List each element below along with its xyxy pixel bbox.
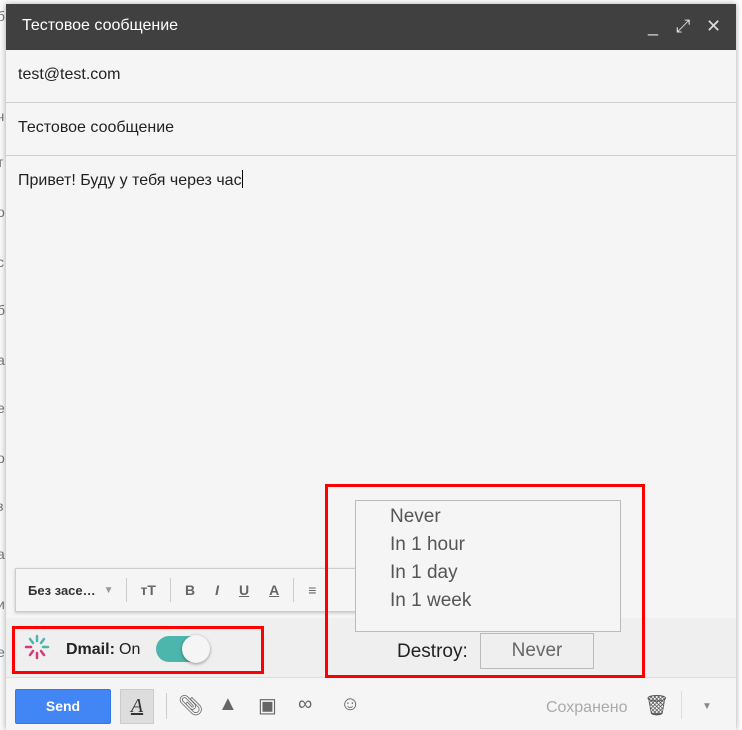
bg-fragment: е (0, 400, 5, 416)
bg-fragment: з (0, 498, 4, 514)
close-icon[interactable]: ✕ (706, 16, 721, 37)
text-caret (241, 170, 243, 188)
bold-button[interactable]: B (185, 582, 195, 598)
link-icon[interactable]: ∞ (298, 693, 312, 716)
bg-fragment: т (0, 154, 4, 170)
bg-fragment: о (0, 450, 5, 466)
align-icon[interactable]: ≡ (308, 582, 316, 598)
bottom-toolbar: Send A 📎︎ ▲ ▣ ∞ ☺ Сохранено 🗑︎ ▼ (6, 679, 736, 730)
subject-field[interactable]: Тестовое сообщение (6, 103, 736, 156)
bg-fragment: а (0, 352, 5, 368)
highlight-box (325, 484, 645, 678)
dmail-toggle[interactable] (156, 635, 210, 663)
text-color-button[interactable]: A (269, 582, 279, 598)
dmail-logo-icon (24, 634, 50, 660)
drive-icon[interactable]: ▲ (218, 693, 238, 716)
bg-fragment: б (0, 8, 6, 24)
body-text: Привет! Буду у тебя через час (18, 172, 242, 189)
bg-fragment: а (0, 546, 5, 562)
bg-fragment: б (0, 302, 6, 318)
font-size-button[interactable]: тТ (141, 582, 156, 598)
bg-fragment: е (0, 644, 5, 660)
bg-fragment: и (0, 596, 5, 612)
formatting-toggle-button[interactable]: A (120, 689, 154, 724)
compose-window: Тестовое сообщение _ ⤢ ✕ test@test.com Т… (6, 4, 736, 730)
dmail-state: On (119, 641, 141, 658)
more-options-icon[interactable]: ▼ (702, 701, 712, 712)
minimize-icon[interactable]: _ (648, 16, 658, 37)
attach-icon[interactable]: 📎︎ (178, 693, 203, 718)
saved-status: Сохранено (546, 699, 628, 716)
italic-button[interactable]: I (215, 582, 219, 598)
compose-header[interactable]: Тестовое сообщение _ ⤢ ✕ (6, 4, 736, 50)
formatting-toolbar: Без засе… ▼ тТ B I U A ≡ (15, 568, 365, 612)
to-field[interactable]: test@test.com (6, 50, 736, 103)
photo-icon[interactable]: ▣ (258, 693, 277, 718)
compose-title: Тестовое сообщение (22, 17, 179, 34)
underline-button[interactable]: U (239, 582, 249, 598)
trash-icon[interactable]: 🗑︎ (644, 693, 669, 718)
emoji-icon[interactable]: ☺ (340, 693, 360, 716)
dmail-label: Dmail: (66, 641, 115, 658)
font-select[interactable]: Без засе… (28, 583, 96, 598)
message-body[interactable]: Привет! Буду у тебя через час (6, 156, 736, 204)
send-button[interactable]: Send (15, 689, 111, 724)
bg-fragment: ч (0, 108, 5, 124)
bg-fragment: с (0, 254, 4, 270)
bg-fragment: о (0, 204, 5, 220)
expand-icon[interactable]: ⤢ (676, 16, 690, 37)
